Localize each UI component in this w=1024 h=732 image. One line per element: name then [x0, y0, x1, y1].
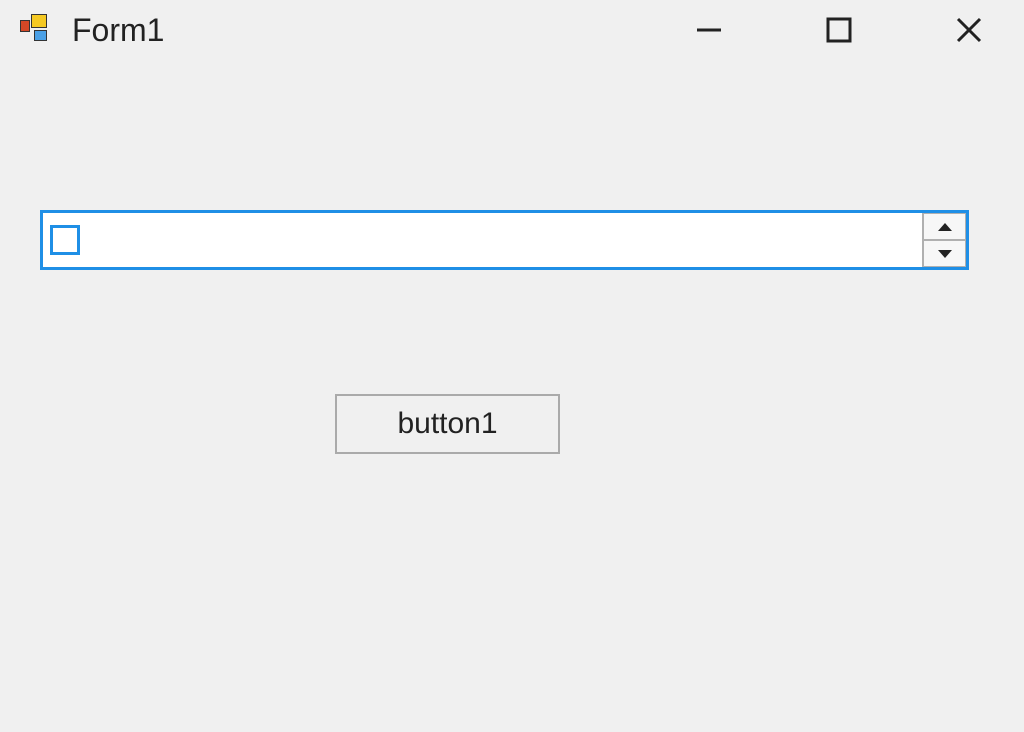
form-client-area: button1 [0, 60, 1024, 732]
maximize-icon [824, 15, 854, 45]
button1-label: button1 [397, 407, 497, 441]
numeric-updown-spinner [922, 213, 966, 267]
button1[interactable]: button1 [335, 394, 560, 454]
numeric-updown-checkbox[interactable] [50, 225, 80, 255]
chevron-up-icon [937, 222, 953, 232]
app-icon [20, 14, 52, 46]
maximize-button[interactable] [809, 0, 869, 60]
title-bar: Form1 [0, 0, 1024, 60]
spinner-up-button[interactable] [923, 213, 966, 240]
numeric-updown-value[interactable] [87, 213, 922, 267]
window-controls [679, 0, 1024, 60]
close-button[interactable] [939, 0, 999, 60]
spinner-down-button[interactable] [923, 240, 966, 267]
minimize-button[interactable] [679, 0, 739, 60]
minimize-icon [694, 15, 724, 45]
chevron-down-icon [937, 249, 953, 259]
numeric-updown-checkbox-slot [43, 213, 87, 267]
numeric-updown[interactable] [40, 210, 969, 270]
window-title: Form1 [72, 12, 164, 49]
close-icon [954, 15, 984, 45]
